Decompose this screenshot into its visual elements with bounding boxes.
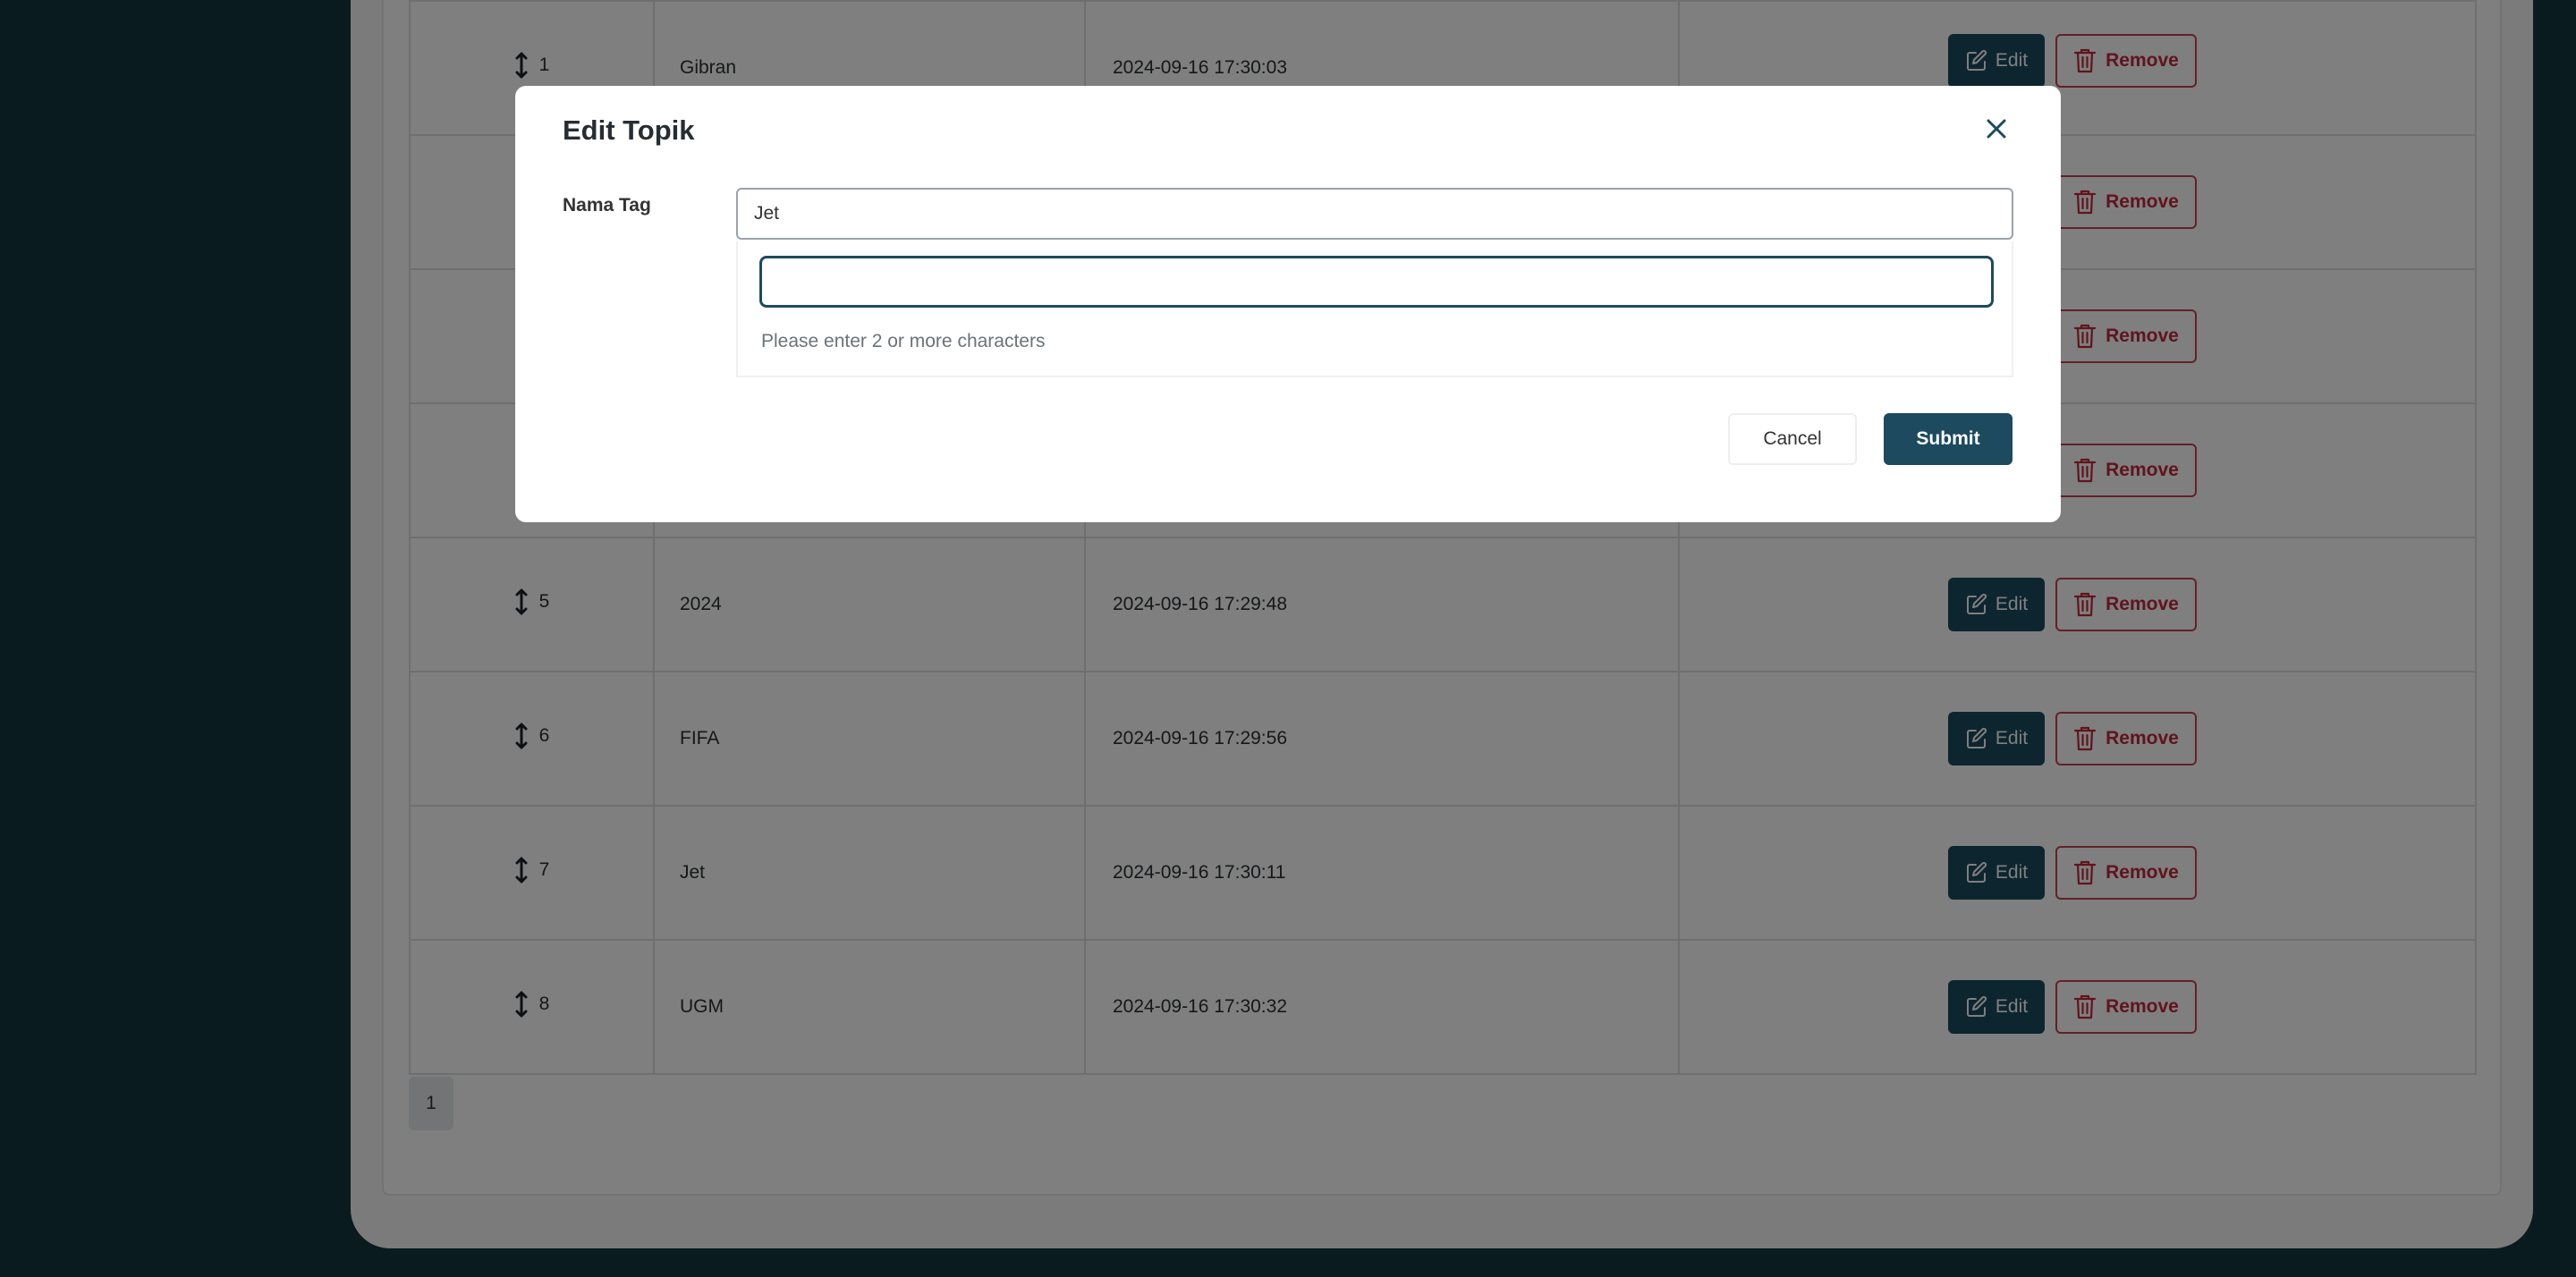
modal-title: Edit Topik <box>563 114 695 146</box>
edit-topic-modal: Edit Topik Nama Tag Jet Please enter 2 o… <box>515 86 2061 522</box>
tag-select-value: Jet <box>754 203 780 224</box>
field-label-nama-tag: Nama Tag <box>563 195 651 216</box>
cancel-button[interactable]: Cancel <box>1728 413 1857 465</box>
submit-button[interactable]: Submit <box>1884 413 2012 465</box>
close-icon[interactable] <box>1982 114 2011 143</box>
tag-search-input[interactable] <box>759 256 1994 308</box>
tag-select[interactable]: Jet <box>736 188 2013 240</box>
dropdown-hint: Please enter 2 or more characters <box>761 331 1046 351</box>
tag-select-dropdown: Please enter 2 or more characters <box>736 241 2013 377</box>
